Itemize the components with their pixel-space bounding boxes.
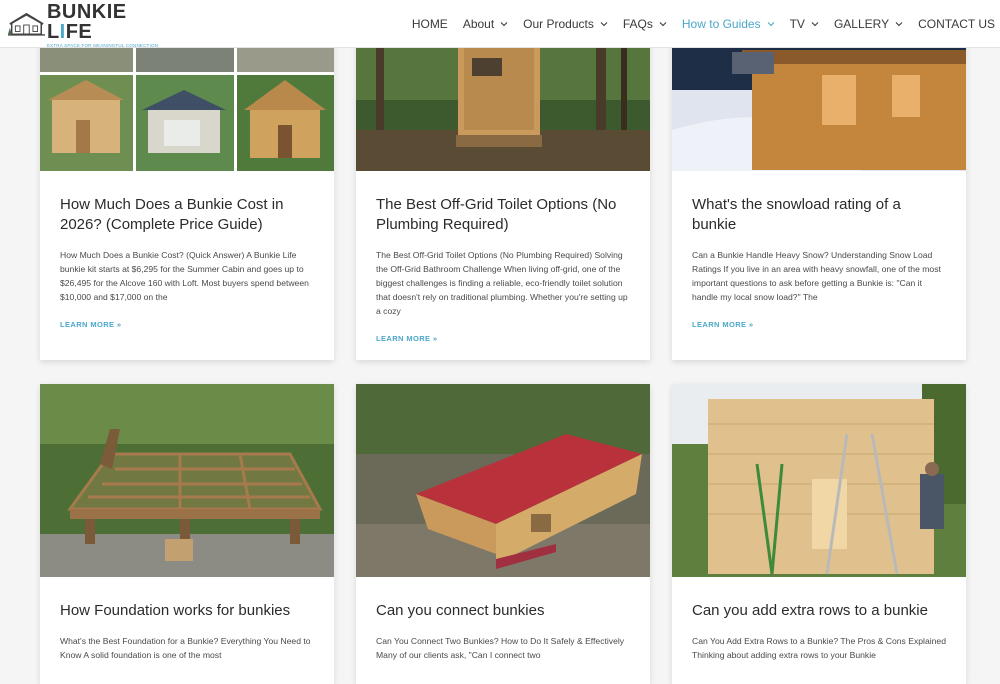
card-body: How Much Does a Bunkie Cost in 2026? (Co…	[40, 171, 334, 329]
card-title[interactable]: Can you connect bunkies	[376, 601, 630, 621]
card-body: Can you add extra rows to a bunkie Can Y…	[672, 577, 966, 662]
nav-item-tv[interactable]: TV	[790, 17, 819, 31]
card-image[interactable]	[40, 384, 334, 577]
chevron-down-icon	[659, 22, 667, 27]
learn-more-link[interactable]: LEARN MORE »	[692, 320, 946, 329]
card-title[interactable]: How Foundation works for bunkies	[60, 601, 314, 621]
logo-text: BUNKIE LIFE EXTRA SPACE FOR MEANINGFUL C…	[47, 2, 168, 48]
nav-item-home[interactable]: HOME	[412, 17, 448, 31]
site-header: BUNKIE LIFE EXTRA SPACE FOR MEANINGFUL C…	[0, 0, 1000, 48]
card-body: What's the snowload rating of a bunkie C…	[672, 171, 966, 329]
nav-item-our-products[interactable]: Our Products	[523, 17, 608, 31]
article-card[interactable]: What's the snowload rating of a bunkie C…	[672, 0, 966, 360]
card-excerpt: The Best Off-Grid Toilet Options (No Plu…	[376, 250, 628, 316]
card-excerpt: Can You Add Extra Rows to a Bunkie? The …	[692, 636, 946, 660]
brand-tagline: EXTRA SPACE FOR MEANINGFUL CONNECTION	[46, 43, 159, 48]
card-excerpt: Can a Bunkie Handle Heavy Snow? Understa…	[692, 250, 941, 302]
article-card[interactable]: How Foundation works for bunkies What's …	[40, 384, 334, 684]
card-title[interactable]: What's the snowload rating of a bunkie	[692, 195, 946, 235]
nav-item-about[interactable]: About	[463, 17, 508, 31]
chevron-down-icon	[811, 22, 819, 27]
site-logo[interactable]: BUNKIE LIFE EXTRA SPACE FOR MEANINGFUL C…	[8, 2, 168, 48]
nav-item-gallery[interactable]: GALLERY	[834, 17, 903, 31]
card-excerpt: How Much Does a Bunkie Cost? (Quick Answ…	[60, 250, 309, 302]
article-card[interactable]: Can you add extra rows to a bunkie Can Y…	[672, 384, 966, 684]
article-card[interactable]: Can you connect bunkies Can You Connect …	[356, 384, 650, 684]
card-body: How Foundation works for bunkies What's …	[40, 577, 334, 662]
learn-more-link[interactable]: LEARN MORE »	[376, 334, 630, 343]
main-nav: HOME About Our Products FAQs How to Guid…	[397, 0, 995, 48]
nav-item-contact-us[interactable]: CONTACT US	[918, 17, 995, 31]
cabin-logo-icon	[8, 12, 45, 36]
learn-more-link[interactable]: LEARN MORE »	[60, 320, 314, 329]
chevron-down-icon	[895, 22, 903, 27]
nav-item-how-to-guides[interactable]: How to Guides	[682, 17, 775, 31]
chevron-down-icon	[600, 22, 608, 27]
article-card[interactable]: How Much Does a Bunkie Cost in 2026? (Co…	[40, 0, 334, 360]
card-image[interactable]	[356, 384, 650, 577]
red-roof-bunkie-image	[356, 384, 650, 577]
foundation-image	[40, 384, 334, 577]
card-title[interactable]: How Much Does a Bunkie Cost in 2026? (Co…	[60, 195, 314, 235]
card-excerpt: Can You Connect Two Bunkies? How to Do I…	[376, 636, 625, 660]
chevron-down-icon	[767, 22, 774, 27]
nav-item-faqs[interactable]: FAQs	[623, 17, 667, 31]
card-image[interactable]	[672, 384, 966, 577]
brand-name: BUNKIE LIFE	[46, 1, 127, 43]
card-title[interactable]: The Best Off-Grid Toilet Options (No Plu…	[376, 195, 630, 235]
card-body: The Best Off-Grid Toilet Options (No Plu…	[356, 171, 650, 343]
card-body: Can you connect bunkies Can You Connect …	[356, 577, 650, 662]
extra-rows-bunkie-image	[672, 384, 966, 577]
article-card[interactable]: The Best Off-Grid Toilet Options (No Plu…	[356, 0, 650, 360]
chevron-down-icon	[500, 22, 508, 27]
card-excerpt: What's the Best Foundation for a Bunkie?…	[60, 636, 311, 660]
card-title[interactable]: Can you add extra rows to a bunkie	[692, 601, 946, 621]
